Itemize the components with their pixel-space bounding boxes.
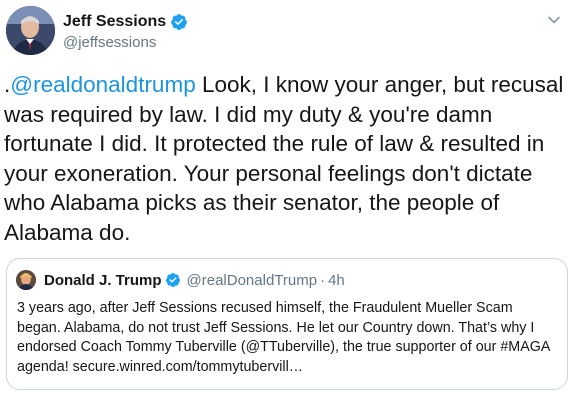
tweet-card: Jeff Sessions @jeffsessions .@realdonald… (0, 0, 574, 401)
quoted-tweet[interactable]: Donald J. Trump @realDonaldTrump · 4h 3 … (6, 258, 568, 390)
quoted-tweet-timestamp[interactable]: 4h (328, 272, 345, 289)
verified-badge-icon (165, 273, 180, 287)
tweet-text: .@realdonaldtrump Look, I know your ange… (4, 70, 566, 247)
profile-photo-icon (16, 270, 36, 290)
tweet-header: Jeff Sessions @jeffsessions (6, 6, 568, 60)
header-separator: · (320, 271, 326, 289)
author-names: Jeff Sessions @jeffsessions (63, 11, 188, 51)
quoted-author-avatar (16, 270, 36, 290)
author-handle[interactable]: @jeffsessions (63, 34, 188, 51)
author-avatar[interactable] (6, 6, 55, 55)
mention-link[interactable]: @realdonaldtrump (10, 72, 195, 97)
profile-photo-icon (6, 6, 55, 55)
quoted-author-display-name[interactable]: Donald J. Trump (44, 272, 162, 289)
verified-badge-icon (171, 14, 188, 30)
tweet-body: Look, I know your anger, but recusal was… (4, 72, 564, 245)
author-display-name[interactable]: Jeff Sessions (63, 13, 166, 31)
chevron-down-icon[interactable] (544, 10, 564, 30)
quoted-author-handle[interactable]: @realDonaldTrump (187, 272, 318, 289)
quoted-tweet-header: Donald J. Trump @realDonaldTrump · 4h (16, 269, 345, 291)
quoted-tweet-text: 3 years ago, after Jeff Sessions recused… (17, 300, 550, 375)
